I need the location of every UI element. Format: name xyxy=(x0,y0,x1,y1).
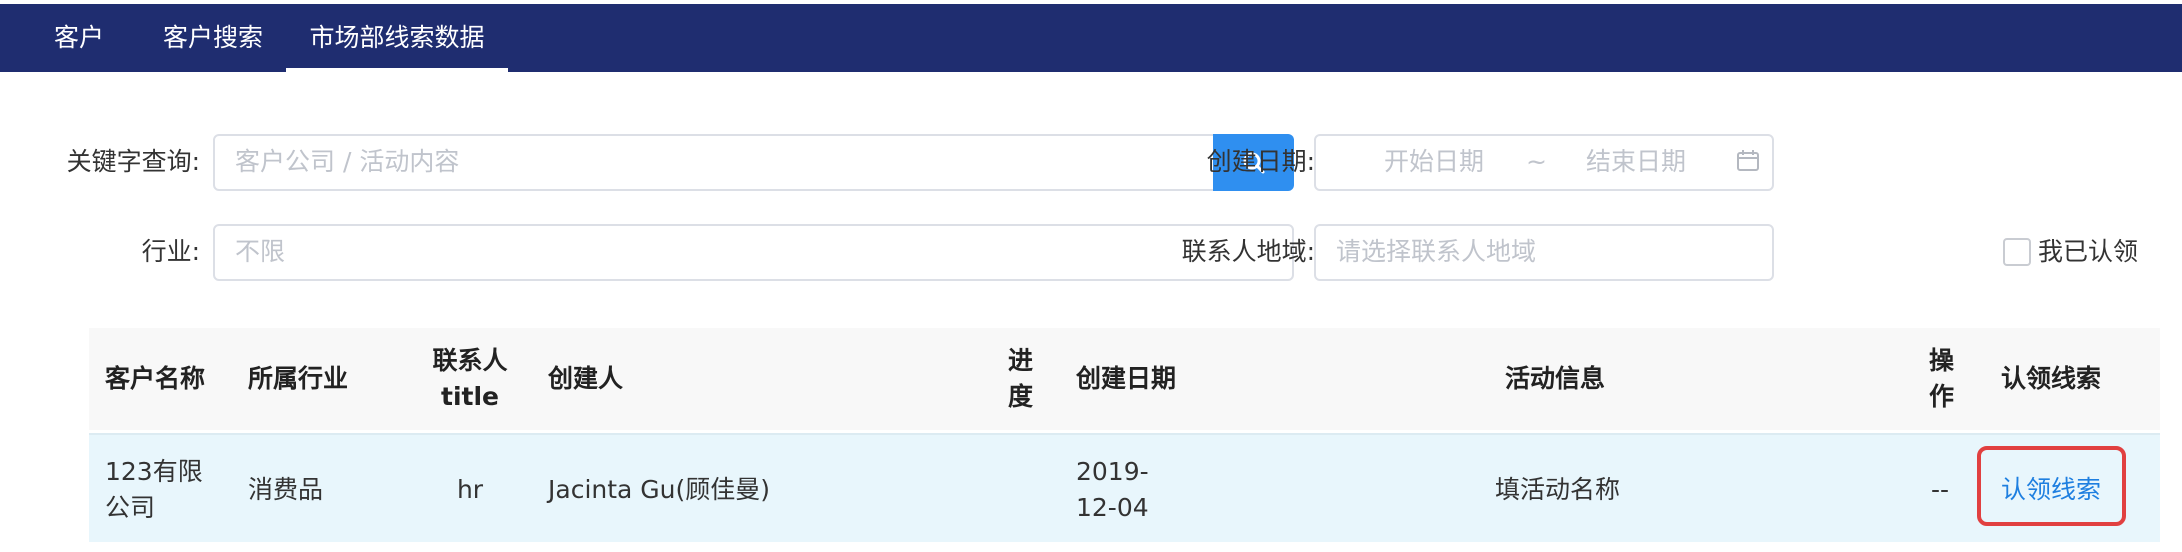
calendar-icon xyxy=(1737,150,1759,171)
tab-customer-search[interactable]: 客户搜索 xyxy=(163,4,263,72)
region-label: 联系人地域: xyxy=(1181,237,1315,266)
date-range-picker[interactable]: 开始日期 ~ 结束日期 xyxy=(1314,134,1774,191)
industry-select[interactable]: 不限 xyxy=(213,224,1294,281)
cell-customer-name-2: 公司 xyxy=(105,493,156,522)
col-contact-title-bottom: title xyxy=(441,382,499,411)
keyword-input[interactable]: 客户公司 / 活动内容 xyxy=(213,134,1215,191)
cell-contact-title: hr xyxy=(456,475,484,504)
keyword-label: 关键字查询: xyxy=(66,147,200,176)
date-label: 创建日期: xyxy=(1206,147,1315,176)
industry-label: 行业: xyxy=(141,237,200,266)
col-op-top: 操 xyxy=(1929,346,1955,375)
cell-creator: Jacinta Gu(顾佳曼) xyxy=(548,475,771,504)
col-customer-name: 客户名称 xyxy=(105,364,206,393)
tab-marketing-leads[interactable]: 市场部线索数据 xyxy=(286,4,508,72)
col-op-bottom: 作 xyxy=(1929,382,1955,411)
cell-date-2: 12-04 xyxy=(1076,493,1149,522)
cell-activity: 填活动名称 xyxy=(1495,475,1621,504)
col-contact-title-top: 联系人 xyxy=(432,346,508,375)
col-progress-bottom: 度 xyxy=(1008,382,1034,411)
col-created-date: 创建日期 xyxy=(1076,364,1177,393)
date-end[interactable]: 结束日期 xyxy=(1586,136,1686,188)
col-progress-top: 进 xyxy=(1008,346,1034,375)
col-industry: 所属行业 xyxy=(248,364,349,393)
cell-customer-name-1: 123有限 xyxy=(105,457,203,486)
cell-op: -- xyxy=(1931,475,1950,504)
claim-lead-link[interactable]: 认领线索 xyxy=(2001,472,2101,508)
col-activity: 活动信息 xyxy=(1505,364,1606,393)
claimed-label[interactable]: 我已认领 xyxy=(2038,224,2148,280)
tab-customer[interactable]: 客户 xyxy=(54,4,104,72)
claimed-checkbox[interactable] xyxy=(2003,238,2031,266)
col-creator: 创建人 xyxy=(548,364,624,393)
cell-industry: 消费品 xyxy=(248,475,324,504)
region-select[interactable]: 请选择联系人地域 xyxy=(1314,224,1774,281)
cell-date-1: 2019- xyxy=(1076,457,1149,486)
top-nav: 客户 客户搜索 市场部线索数据 xyxy=(0,4,2182,72)
col-claim-lead: 认领线索 xyxy=(2001,364,2102,393)
date-separator: ~ xyxy=(1526,147,1547,176)
date-start[interactable]: 开始日期 xyxy=(1384,136,1484,188)
